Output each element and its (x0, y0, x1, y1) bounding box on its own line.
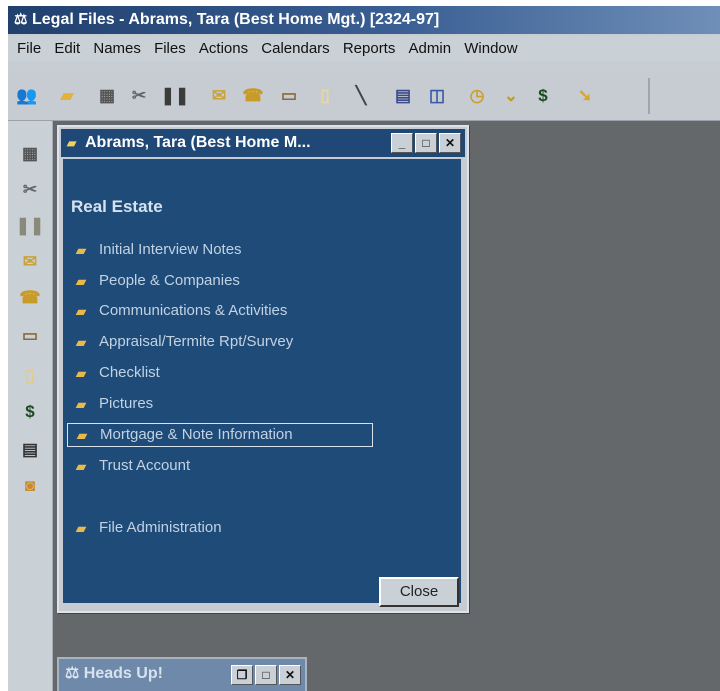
menu-file[interactable]: File (17, 36, 41, 62)
maximize-button[interactable]: □ (415, 133, 437, 153)
matter-item-label: Checklist (99, 364, 160, 381)
folder-icon: ▰ (75, 303, 87, 319)
folder-icon: ▰ (75, 458, 87, 474)
folder-icon: ▰ (76, 427, 88, 443)
phone-icon[interactable]: ☎ (18, 287, 42, 309)
folder-icon: ▰ (75, 334, 87, 350)
menu-reports[interactable]: Reports (343, 36, 396, 62)
matter-window-body: Real Estate ▰ Initial Interview Notes ▰ Peo… (63, 159, 461, 607)
heads-up-controls: ❐ □ ✕ (231, 665, 301, 685)
close-window-button[interactable]: ✕ (279, 665, 301, 685)
minimize-button[interactable]: _ (391, 133, 413, 153)
matter-item-label: File Administration (99, 519, 222, 536)
matter-item[interactable]: ▰ Communications & Activities (67, 300, 371, 322)
window-controls: _ □ ✕ (391, 133, 461, 153)
window-title: Legal Files - Abrams, Tara (Best Home Mg… (32, 11, 440, 28)
close-window-button[interactable]: ✕ (439, 133, 461, 153)
menu-edit[interactable]: Edit (54, 36, 80, 62)
heads-up-title: ⚖ Heads Up! (65, 659, 163, 689)
matter-item[interactable]: ▰ Mortgage & Note Information (67, 423, 373, 447)
wand-icon[interactable]: ╲ (350, 85, 372, 107)
folder-icon: ▰ (75, 520, 87, 536)
dollar-icon[interactable]: $ (18, 401, 42, 423)
people-icon[interactable]: 👥 (16, 85, 38, 107)
matter-item-label: Initial Interview Notes (99, 241, 242, 258)
report-icon[interactable]: ▤ (392, 85, 414, 107)
matter-window-title: Abrams, Tara (Best Home M... (85, 134, 311, 151)
matter-item-label: People & Companies (99, 272, 240, 289)
menu-bar: File Edit Names Files Actions Calendars … (8, 36, 720, 62)
notepad-icon[interactable]: ▤ (18, 439, 42, 461)
card-icon[interactable]: ▭ (18, 325, 42, 347)
footprints-icon[interactable]: ❚❚ (16, 215, 45, 237)
matter-item-label: Trust Account (99, 457, 191, 474)
folder-lock-icon[interactable]: ◙ (18, 475, 42, 497)
menu-window[interactable]: Window (464, 36, 517, 62)
folder-icon: ▰ (75, 273, 87, 289)
title-bar[interactable]: ⚖ Legal Files - Abrams, Tara (Best Home M… (8, 6, 720, 34)
menu-calendars[interactable]: Calendars (261, 36, 329, 62)
mdi-workspace: ▰ Abrams, Tara (Best Home M... _ □ ✕ Real… (53, 121, 720, 691)
matter-item-label: Appraisal/Termite Rpt/Survey (99, 333, 294, 350)
menu-actions[interactable]: Actions (199, 36, 248, 62)
matter-item[interactable]: ▰ People & Companies (67, 270, 371, 292)
preview-icon[interactable]: ◫ (426, 85, 448, 107)
clock-icon[interactable]: ◷ (466, 85, 488, 107)
matter-item[interactable]: ▰ Appraisal/Termite Rpt/Survey (67, 331, 371, 353)
menu-admin[interactable]: Admin (409, 36, 452, 62)
maximize-button[interactable]: □ (255, 665, 277, 685)
tools-icon[interactable]: ✂ (18, 179, 42, 201)
matter-item[interactable]: ▰ Initial Interview Notes (67, 239, 371, 261)
matter-item[interactable]: ▰ File Administration (67, 517, 371, 539)
menu-files[interactable]: Files (154, 36, 186, 62)
folder-icon: ▰ (75, 396, 87, 412)
close-button[interactable]: Close (379, 577, 459, 607)
matter-item-label: Mortgage & Note Information (100, 426, 293, 443)
toolbar-separator (648, 78, 650, 114)
matter-item[interactable]: ▰ Checklist (67, 362, 371, 384)
heads-up-title-text: Heads Up! (83, 665, 163, 682)
heads-up-window[interactable]: ⚖ Heads Up! ❐ □ ✕ (57, 657, 307, 691)
main-toolbar: 👥 ▰ ▦ ✂ ❚❚ ✉ ☎ ▭ ▯ ╲ ▤ ◫ ◷ ⌄ $ ➘ (8, 72, 720, 121)
matter-item-label: Pictures (99, 395, 154, 412)
tools-icon[interactable]: ✂ (128, 85, 150, 107)
section-heading: Real Estate (71, 197, 163, 216)
matter-item[interactable]: ▰ Pictures (67, 393, 371, 415)
app-window: ⚖ Legal Files - Abrams, Tara (Best Home M… (8, 6, 720, 691)
calendar-grid-icon[interactable]: ▦ (18, 143, 42, 165)
matter-window-title-bar[interactable]: ▰ Abrams, Tara (Best Home M... _ □ ✕ (61, 129, 465, 157)
document-icon[interactable]: ▯ (314, 85, 336, 107)
app-logo-icon: ⚖ (65, 665, 84, 682)
restore-button[interactable]: ❐ (231, 665, 253, 685)
matter-item[interactable]: ▰ Trust Account (67, 455, 371, 477)
document-icon[interactable]: ▯ (18, 365, 42, 387)
key-icon[interactable]: ➘ (574, 85, 596, 107)
footprints-icon[interactable]: ❚❚ (161, 85, 190, 107)
folder-icon[interactable]: ▰ (56, 85, 78, 107)
folder-icon: ▰ (67, 136, 77, 150)
dollar-icon[interactable]: $ (532, 85, 554, 107)
folder-icon: ▰ (75, 242, 87, 258)
folder-icon: ▰ (75, 365, 87, 381)
menu-names[interactable]: Names (93, 36, 141, 62)
calendar-grid-icon[interactable]: ▦ (96, 85, 118, 107)
envelope-icon[interactable]: ✉ (208, 85, 230, 107)
app-logo-icon: ⚖ (14, 11, 28, 28)
matter-item-label: Communications & Activities (99, 302, 288, 319)
phone-icon[interactable]: ☎ (242, 85, 264, 107)
chevron-down-icon[interactable]: ⌄ (500, 85, 522, 107)
left-toolbar: ▦ ✂ ❚❚ ✉ ☎ ▭ ▯ $ ▤ ◙ (8, 121, 53, 691)
card-icon[interactable]: ▭ (278, 85, 300, 107)
matter-window: ▰ Abrams, Tara (Best Home M... _ □ ✕ Real… (57, 125, 469, 613)
envelope-icon[interactable]: ✉ (18, 251, 42, 273)
